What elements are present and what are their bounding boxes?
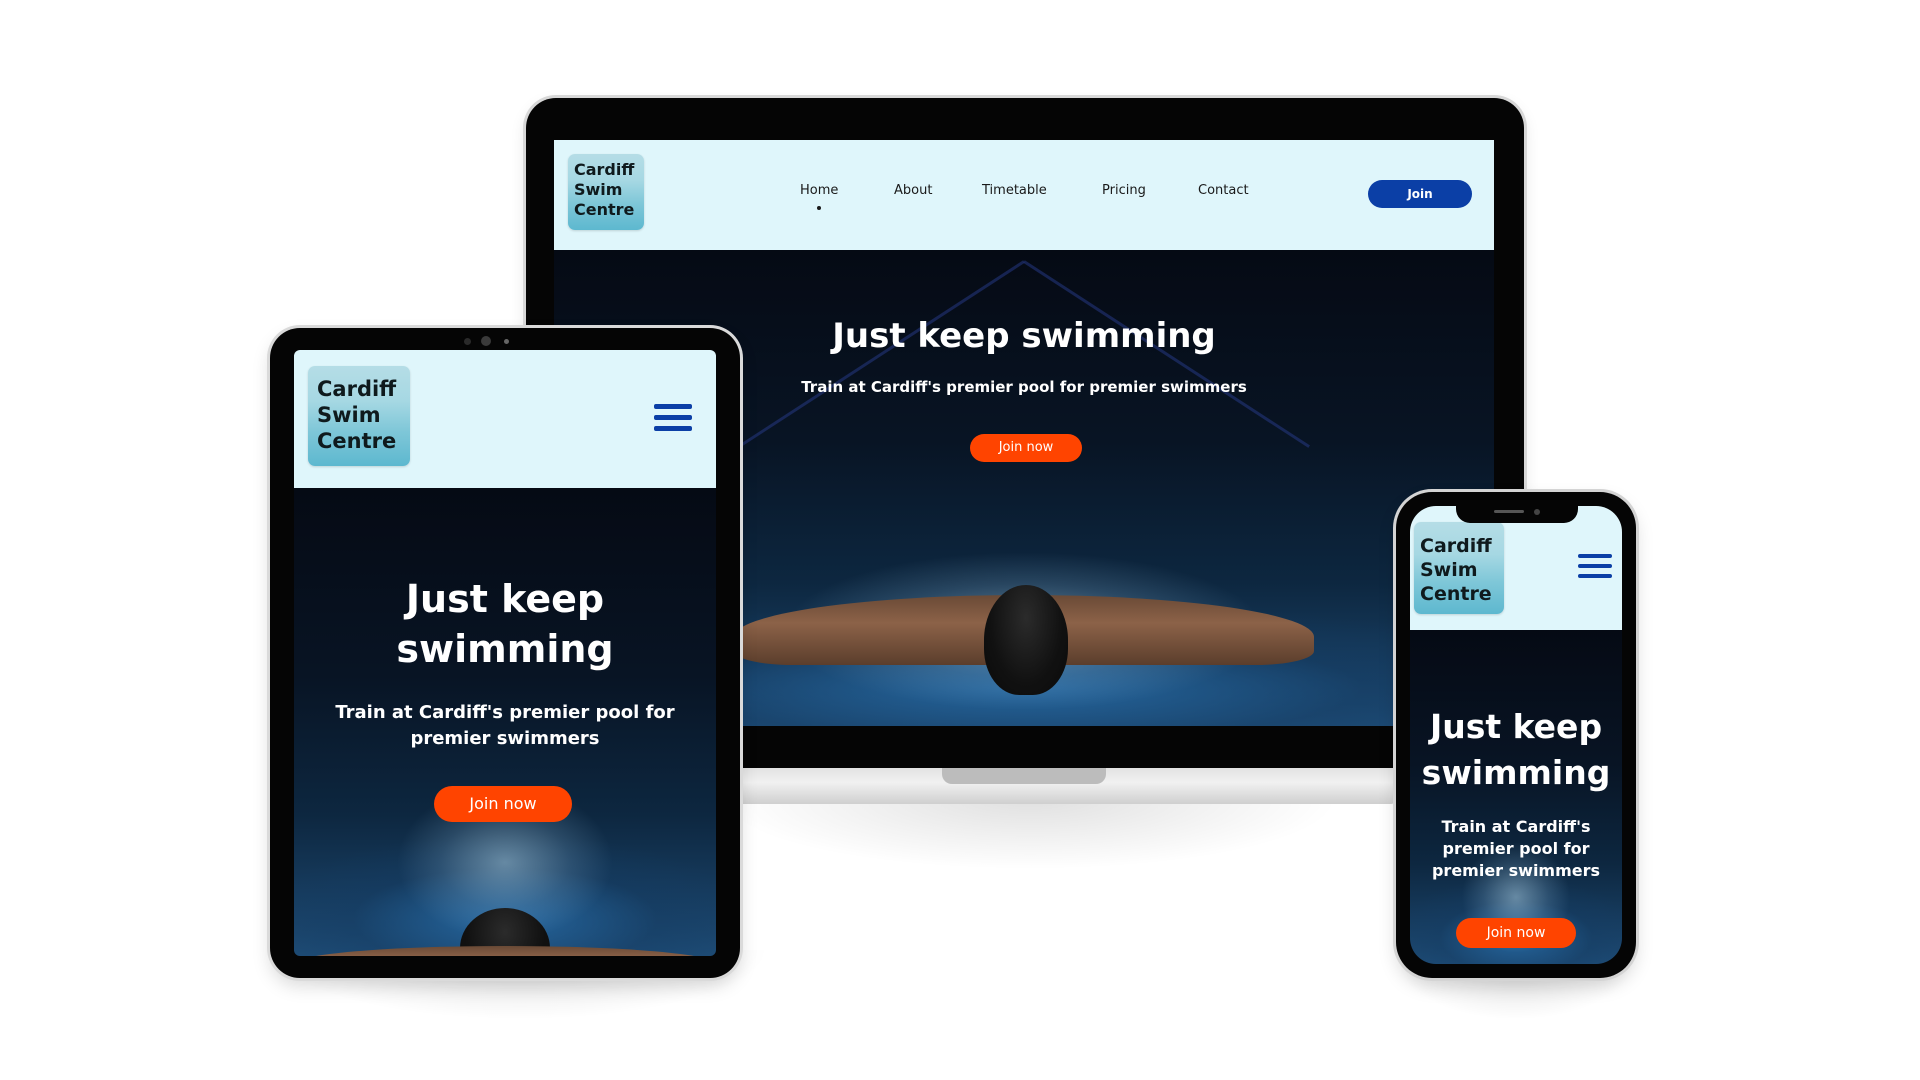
- hero-subtitle-line-1: Train at Cardiff's premier pool for: [335, 702, 675, 723]
- desktop-logo[interactable]: Cardiff Swim Centre: [568, 154, 644, 230]
- join-now-button[interactable]: Join now: [1456, 918, 1576, 948]
- logo-line-1: Cardiff: [574, 160, 635, 179]
- logo-line-1: Cardiff: [1420, 535, 1492, 557]
- tablet-camera: [481, 336, 491, 346]
- phone-camera: [1534, 509, 1540, 515]
- hamburger-menu-icon[interactable]: [654, 404, 692, 431]
- nav-timetable[interactable]: Timetable: [982, 183, 1047, 198]
- join-now-button[interactable]: Join now: [434, 786, 572, 822]
- tablet-logo[interactable]: Cardiff Swim Centre: [308, 366, 410, 466]
- hero-title: Just keep swimming: [294, 574, 716, 674]
- logo-line-2: Swim: [574, 180, 623, 199]
- nav-pricing[interactable]: Pricing: [1102, 183, 1146, 198]
- hero-subtitle-line-1: Train at Cardiff's: [1441, 817, 1591, 836]
- hero-title-line-2: swimming: [1421, 753, 1611, 792]
- tablet-screen: Cardiff Swim Centre Just keep swimming T…: [294, 350, 716, 956]
- hero-title: Just keep swimming: [1410, 704, 1622, 796]
- tablet-light: [504, 339, 509, 344]
- hero-title-line-2: swimming: [396, 627, 614, 671]
- join-now-button[interactable]: Join now: [970, 434, 1082, 462]
- phone-hero: Just keep swimming Train at Cardiff's pr…: [1410, 630, 1622, 964]
- logo-line-2: Swim: [1420, 559, 1478, 581]
- logo-line-3: Centre: [574, 200, 635, 219]
- laptop-notch: [942, 768, 1106, 784]
- join-button[interactable]: Join: [1368, 180, 1472, 208]
- phone-screen: Cardiff Swim Centre Just keep swimming T…: [1410, 506, 1622, 964]
- swimmer-arms-image: [294, 946, 716, 956]
- logo-line-3: Centre: [1420, 583, 1492, 605]
- swimmer-head-image: [984, 585, 1068, 695]
- tablet-sensor: [464, 338, 471, 345]
- logo-line-3: Centre: [317, 429, 397, 453]
- logo-line-2: Swim: [317, 403, 381, 427]
- nav-about[interactable]: About: [894, 183, 932, 198]
- nav-contact[interactable]: Contact: [1198, 183, 1249, 198]
- hero-subtitle-line-3: premier swimmers: [1431, 861, 1601, 880]
- laptop-shadow: [720, 800, 1340, 870]
- phone-header: Cardiff Swim Centre: [1410, 506, 1622, 630]
- nav-active-indicator: [817, 206, 821, 210]
- desktop-header: Cardiff Swim Centre Home About Timetable…: [554, 140, 1494, 250]
- hero-subtitle: Train at Cardiff's premier pool for prem…: [1410, 816, 1622, 882]
- hero-subtitle-line-2: premier pool for: [1442, 839, 1590, 858]
- hero-subtitle-line-2: premier swimmers: [410, 728, 600, 749]
- nav-home[interactable]: Home: [800, 183, 838, 198]
- hero-title-line-1: Just keep: [1429, 707, 1603, 746]
- phone-logo[interactable]: Cardiff Swim Centre: [1414, 522, 1504, 614]
- logo-line-1: Cardiff: [317, 377, 397, 401]
- hamburger-menu-icon[interactable]: [1578, 554, 1612, 578]
- hero-title-line-1: Just keep: [405, 577, 605, 621]
- tablet-hero: Just keep swimming Train at Cardiff's pr…: [294, 488, 716, 956]
- tablet-header: Cardiff Swim Centre: [294, 350, 716, 488]
- phone-notch: [1456, 505, 1578, 523]
- phone-speaker: [1494, 510, 1524, 513]
- hero-subtitle: Train at Cardiff's premier pool for prem…: [294, 700, 716, 752]
